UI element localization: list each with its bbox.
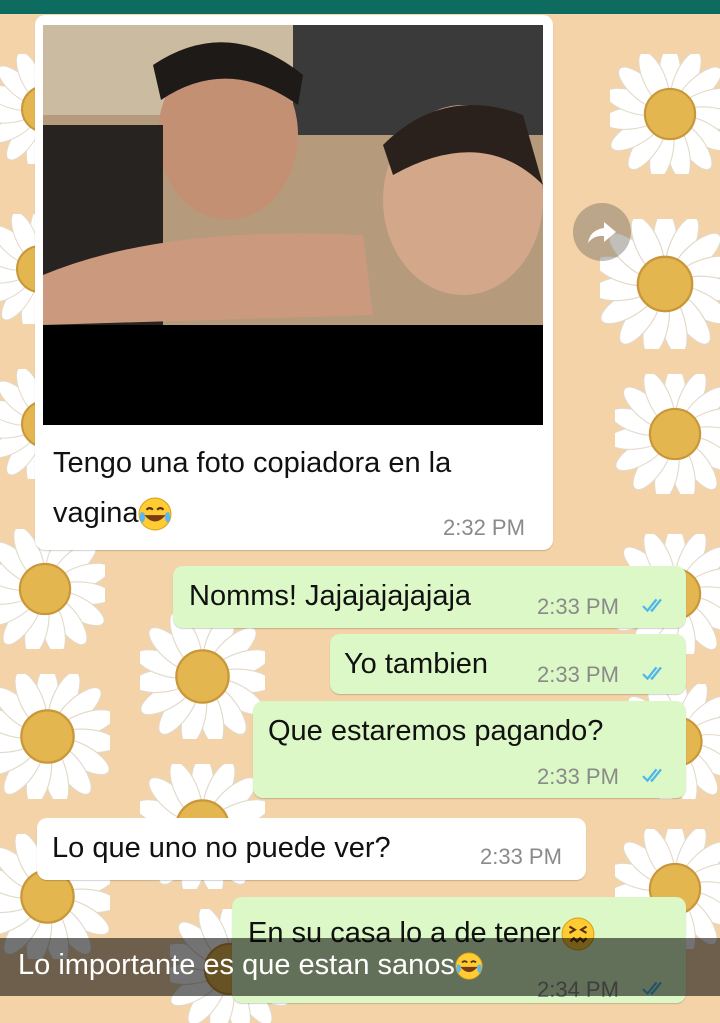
photo-attachment[interactable]	[43, 25, 543, 425]
face-with-tears-of-joy-icon	[454, 952, 483, 981]
caption-text: Lo importante es que estan sanos	[18, 949, 455, 981]
message-text: Nomms! Jajajajajajaja	[189, 580, 472, 612]
message-timestamp: 2:33 PM	[537, 662, 619, 687]
message-text: Lo que uno no puede ver?	[52, 832, 391, 864]
message-timestamp: 2:32 PM	[443, 515, 525, 540]
message-timestamp: 2:33 PM	[537, 764, 619, 789]
daisy-decoration	[615, 374, 720, 494]
outgoing-message[interactable]: Que estaremos pagando? 2:33 PM	[253, 701, 686, 798]
story-caption: Lo importante es que estan sanos	[18, 949, 483, 982]
face-with-tears-of-joy-icon	[138, 497, 173, 532]
app-header-bar	[0, 0, 720, 14]
image-caption-line-2: vagina	[53, 497, 173, 532]
message-text: Yo tambien	[344, 648, 489, 680]
daisy-decoration	[140, 614, 265, 739]
incoming-message[interactable]: Lo que uno no puede ver? 2:33 PM	[37, 818, 586, 880]
forward-share-icon	[588, 222, 616, 243]
double-check-icon	[641, 666, 663, 680]
image-caption-line-1: Tengo una foto copiadora en la	[53, 447, 452, 479]
double-check-icon	[641, 768, 663, 782]
message-timestamp: 2:33 PM	[537, 594, 619, 619]
outgoing-message[interactable]: Nomms! Jajajajajajaja 2:33 PM	[173, 566, 686, 628]
double-check-icon	[641, 598, 663, 612]
message-timestamp: 2:33 PM	[480, 844, 562, 869]
story-caption-bar: Lo importante es que estan sanos	[0, 938, 720, 996]
photo-image	[43, 25, 543, 425]
message-text: Que estaremos pagando?	[268, 715, 604, 747]
outgoing-message[interactable]: Yo tambien 2:33 PM	[330, 634, 686, 694]
image-caption-text: vagina	[53, 497, 139, 529]
daisy-decoration	[0, 674, 110, 799]
daisy-decoration	[610, 54, 720, 174]
incoming-image-message[interactable]: Tengo una foto copiadora en la vagina 2:…	[35, 15, 553, 550]
forward-button[interactable]	[573, 203, 631, 261]
